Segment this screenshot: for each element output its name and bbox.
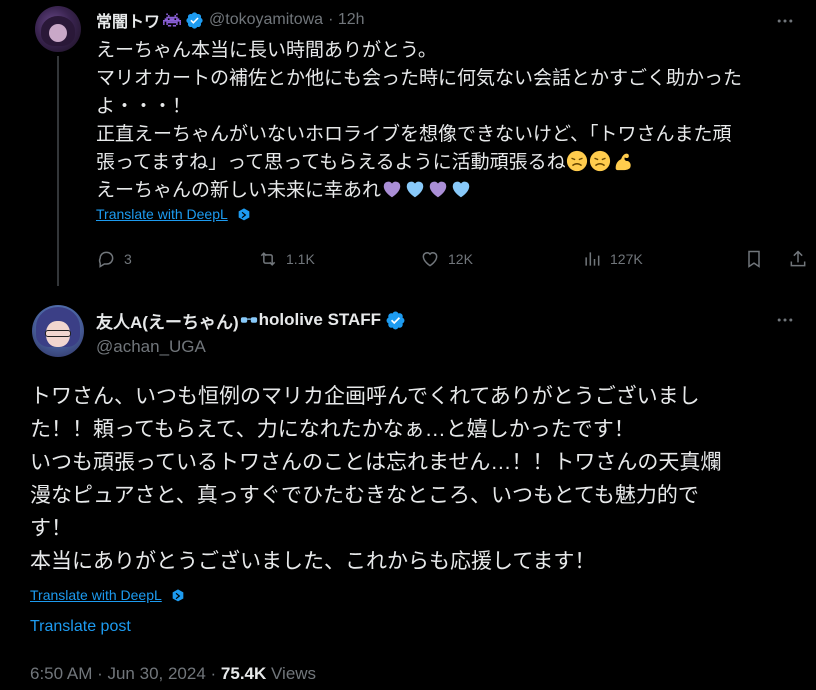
reply-icon [98,251,114,268]
display-name[interactable]: 常闇トワ [96,8,160,32]
bookmark-icon [748,250,760,268]
avatar[interactable] [35,6,81,52]
tweet1-text: えーちゃん本当に長い時間ありがとう。 マリオカートの補佐とか他にも会った時に何気… [96,37,796,205]
views-icon [585,252,600,266]
repost-button[interactable]: 1.1K [258,249,315,269]
display-name[interactable]: 友人A(えーちゃん) [96,308,239,333]
like-count: 12K [448,251,473,267]
blue-heart-icon [452,181,470,198]
reply-button[interactable]: 3 [96,249,132,269]
tweet-line: 正直えーちゃんがいないホロライブを想像できないけど、「トワさんまた頑 [96,124,732,145]
handle[interactable]: @achan_UGA [96,337,206,357]
purple-heart-icon [429,181,447,198]
verified-icon [186,11,203,29]
bookmark-button[interactable] [744,249,772,269]
more-icon[interactable] [774,310,796,330]
tweet-line: えーちゃんの新しい未来に幸あれ [96,180,382,201]
timestamp[interactable]: · 12h [328,11,364,29]
tweet-line: 本当にありがとうございました、これからも応援してます！ [30,550,596,573]
like-icon [422,252,438,267]
translate-deepl-link[interactable]: Translate with DeepL [30,587,162,603]
repost-count: 1.1K [286,251,315,267]
display-name-suffix[interactable]: hololive STAFF [259,310,381,330]
tweet-line: た！！頼ってもらえて、力になれたかなぁ…と嬉しかったです！ [30,418,635,441]
tweet2-text: トワさん、いつも恒例のマリカ企画呼んでくれてありがとうございまし た！！頼っても… [30,380,800,578]
repost-icon [260,252,276,266]
deepl-icon [172,589,184,602]
tweet-line: いつも頑張っているトワさんのことは忘れません…！！トワさんの天真爛 [30,451,722,474]
tired-face-emoji-icon [566,150,587,172]
timestamp[interactable]: 6:50 AM · Jun 30, 2024 · [30,664,221,683]
translate-deepl[interactable]: Translate with DeepL [96,206,252,224]
tweet-line: えーちゃん本当に長い時間ありがとう。 [96,40,437,61]
flexed-biceps-emoji-icon [615,153,631,171]
views-count: 127K [610,251,643,267]
tired-face-emoji-icon [589,150,610,172]
tweet2-header: 友人A(えーちゃん) hololive STAFF [96,308,406,332]
share-icon [790,250,806,267]
avatar[interactable] [32,305,84,357]
views-label: Views [266,664,317,683]
tweet-meta: 6:50 AM · Jun 30, 2024 · 75.4K Views [30,664,316,684]
views-button[interactable]: 127K [582,249,643,269]
tweet-line: す！ [30,517,72,540]
translate-post-button[interactable]: Translate post [30,618,131,636]
tweet-line: 張ってますね」って思ってもらえるように活動頑張るね [96,152,566,173]
tweet-line: よ・・・！ [96,96,192,117]
tweet-line-with-emoji: えーちゃんの新しい未来に幸あれ [96,177,796,205]
reply-count: 3 [124,251,132,267]
purple-heart-icon [383,181,401,198]
space-invader-icon [163,13,182,27]
handle[interactable]: @tokoyamitowa [209,11,323,29]
tweet1-header: 常闇トワ @tokoyamitowa · 12h [96,9,365,31]
glasses-icon [240,317,257,323]
tweet1-actions: 3 1.1K 12K 127K [96,249,808,273]
verified-icon [386,311,405,329]
views-count: 75.4K [220,664,267,683]
tweet-line: トワさん、いつも恒例のマリカ企画呼んでくれてありがとうございまし [30,385,700,408]
share-button[interactable] [788,249,816,269]
deepl-icon [238,208,250,221]
tweet-line: 漫なピュアさと、真っすぐでひたむきなところ、いつもとても魅力的で [30,484,699,507]
translate-deepl[interactable]: Translate with DeepL [30,587,186,605]
tweet-line: マリオカートの補佐とか他にも会った時に何気ない会話とかすごく助かった [96,68,743,89]
blue-heart-icon [406,181,424,198]
like-button[interactable]: 12K [420,249,473,269]
thread-line [57,56,59,286]
translate-deepl-link[interactable]: Translate with DeepL [96,206,228,222]
more-icon[interactable] [774,11,796,31]
tweet-line-with-emoji: 張ってますね」って思ってもらえるように活動頑張るね [96,149,796,177]
